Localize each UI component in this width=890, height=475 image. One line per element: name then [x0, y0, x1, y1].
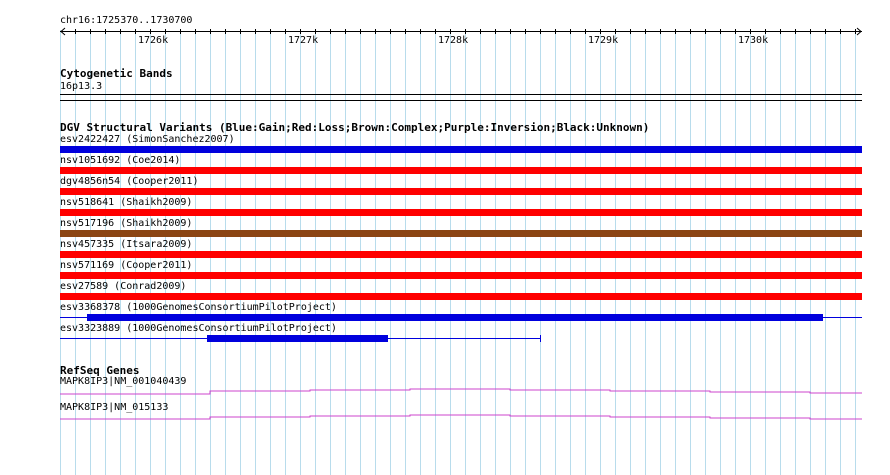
variant-label[interactable]: esv3323889 (1000GenomesConsortiumPilotPr… [60, 323, 337, 335]
ruler-tick-label: 1728k [438, 35, 469, 46]
variant-label[interactable]: nsv571169 (Cooper2011) [60, 260, 192, 272]
variant-bar [60, 167, 862, 174]
variant-label[interactable]: nsv518641 (Shaikh2009) [60, 197, 192, 209]
coordinate-ruler [60, 27, 862, 36]
cytoband-label[interactable]: 16p13.3 [60, 81, 102, 93]
gene-label[interactable]: MAPK8IP3|NM_001040439 [60, 376, 186, 388]
variant-bar [60, 209, 862, 216]
variant-label[interactable]: nsv1051692 (Coe2014) [60, 155, 180, 167]
dgv-track-title: DGV Structural Variants (Blue:Gain;Red:L… [60, 121, 650, 134]
ruler-tick-label: 1726k [138, 35, 169, 46]
genome-browser: chr16:1725370..1730700 1726k 1727k 1728k… [0, 0, 890, 475]
variant-label[interactable]: esv3368378 (1000GenomesConsortiumPilotPr… [60, 302, 337, 314]
ruler-tick-label: 1730k [738, 35, 769, 46]
variant-bar [60, 293, 862, 300]
variant-label[interactable]: nsv517196 (Shaikh2009) [60, 218, 192, 230]
cytoband-track-title: Cytogenetic Bands [60, 67, 173, 80]
ruler-tick-label: 1727k [288, 35, 319, 46]
gene-label[interactable]: MAPK8IP3|NM_015133 [60, 402, 168, 414]
variant-label[interactable]: nsv457335 (Itsara2009) [60, 239, 192, 251]
variant-bar [87, 314, 823, 321]
variant-label[interactable]: dgv4856n54 (Cooper2011) [60, 176, 198, 188]
variant-bar [60, 146, 862, 153]
location-label: chr16:1725370..1730700 [60, 15, 193, 26]
variant-label[interactable]: esv27589 (Conrad2009) [60, 281, 186, 293]
ruler-tick-label: 1729k [588, 35, 619, 46]
variant-bar [207, 335, 388, 342]
variant-bar [60, 188, 862, 195]
variant-bar [60, 230, 862, 237]
variant-bar [60, 251, 862, 258]
variant-bar [60, 272, 862, 279]
variant-label[interactable]: esv2422427 (SimonSanchez2007) [60, 134, 235, 146]
